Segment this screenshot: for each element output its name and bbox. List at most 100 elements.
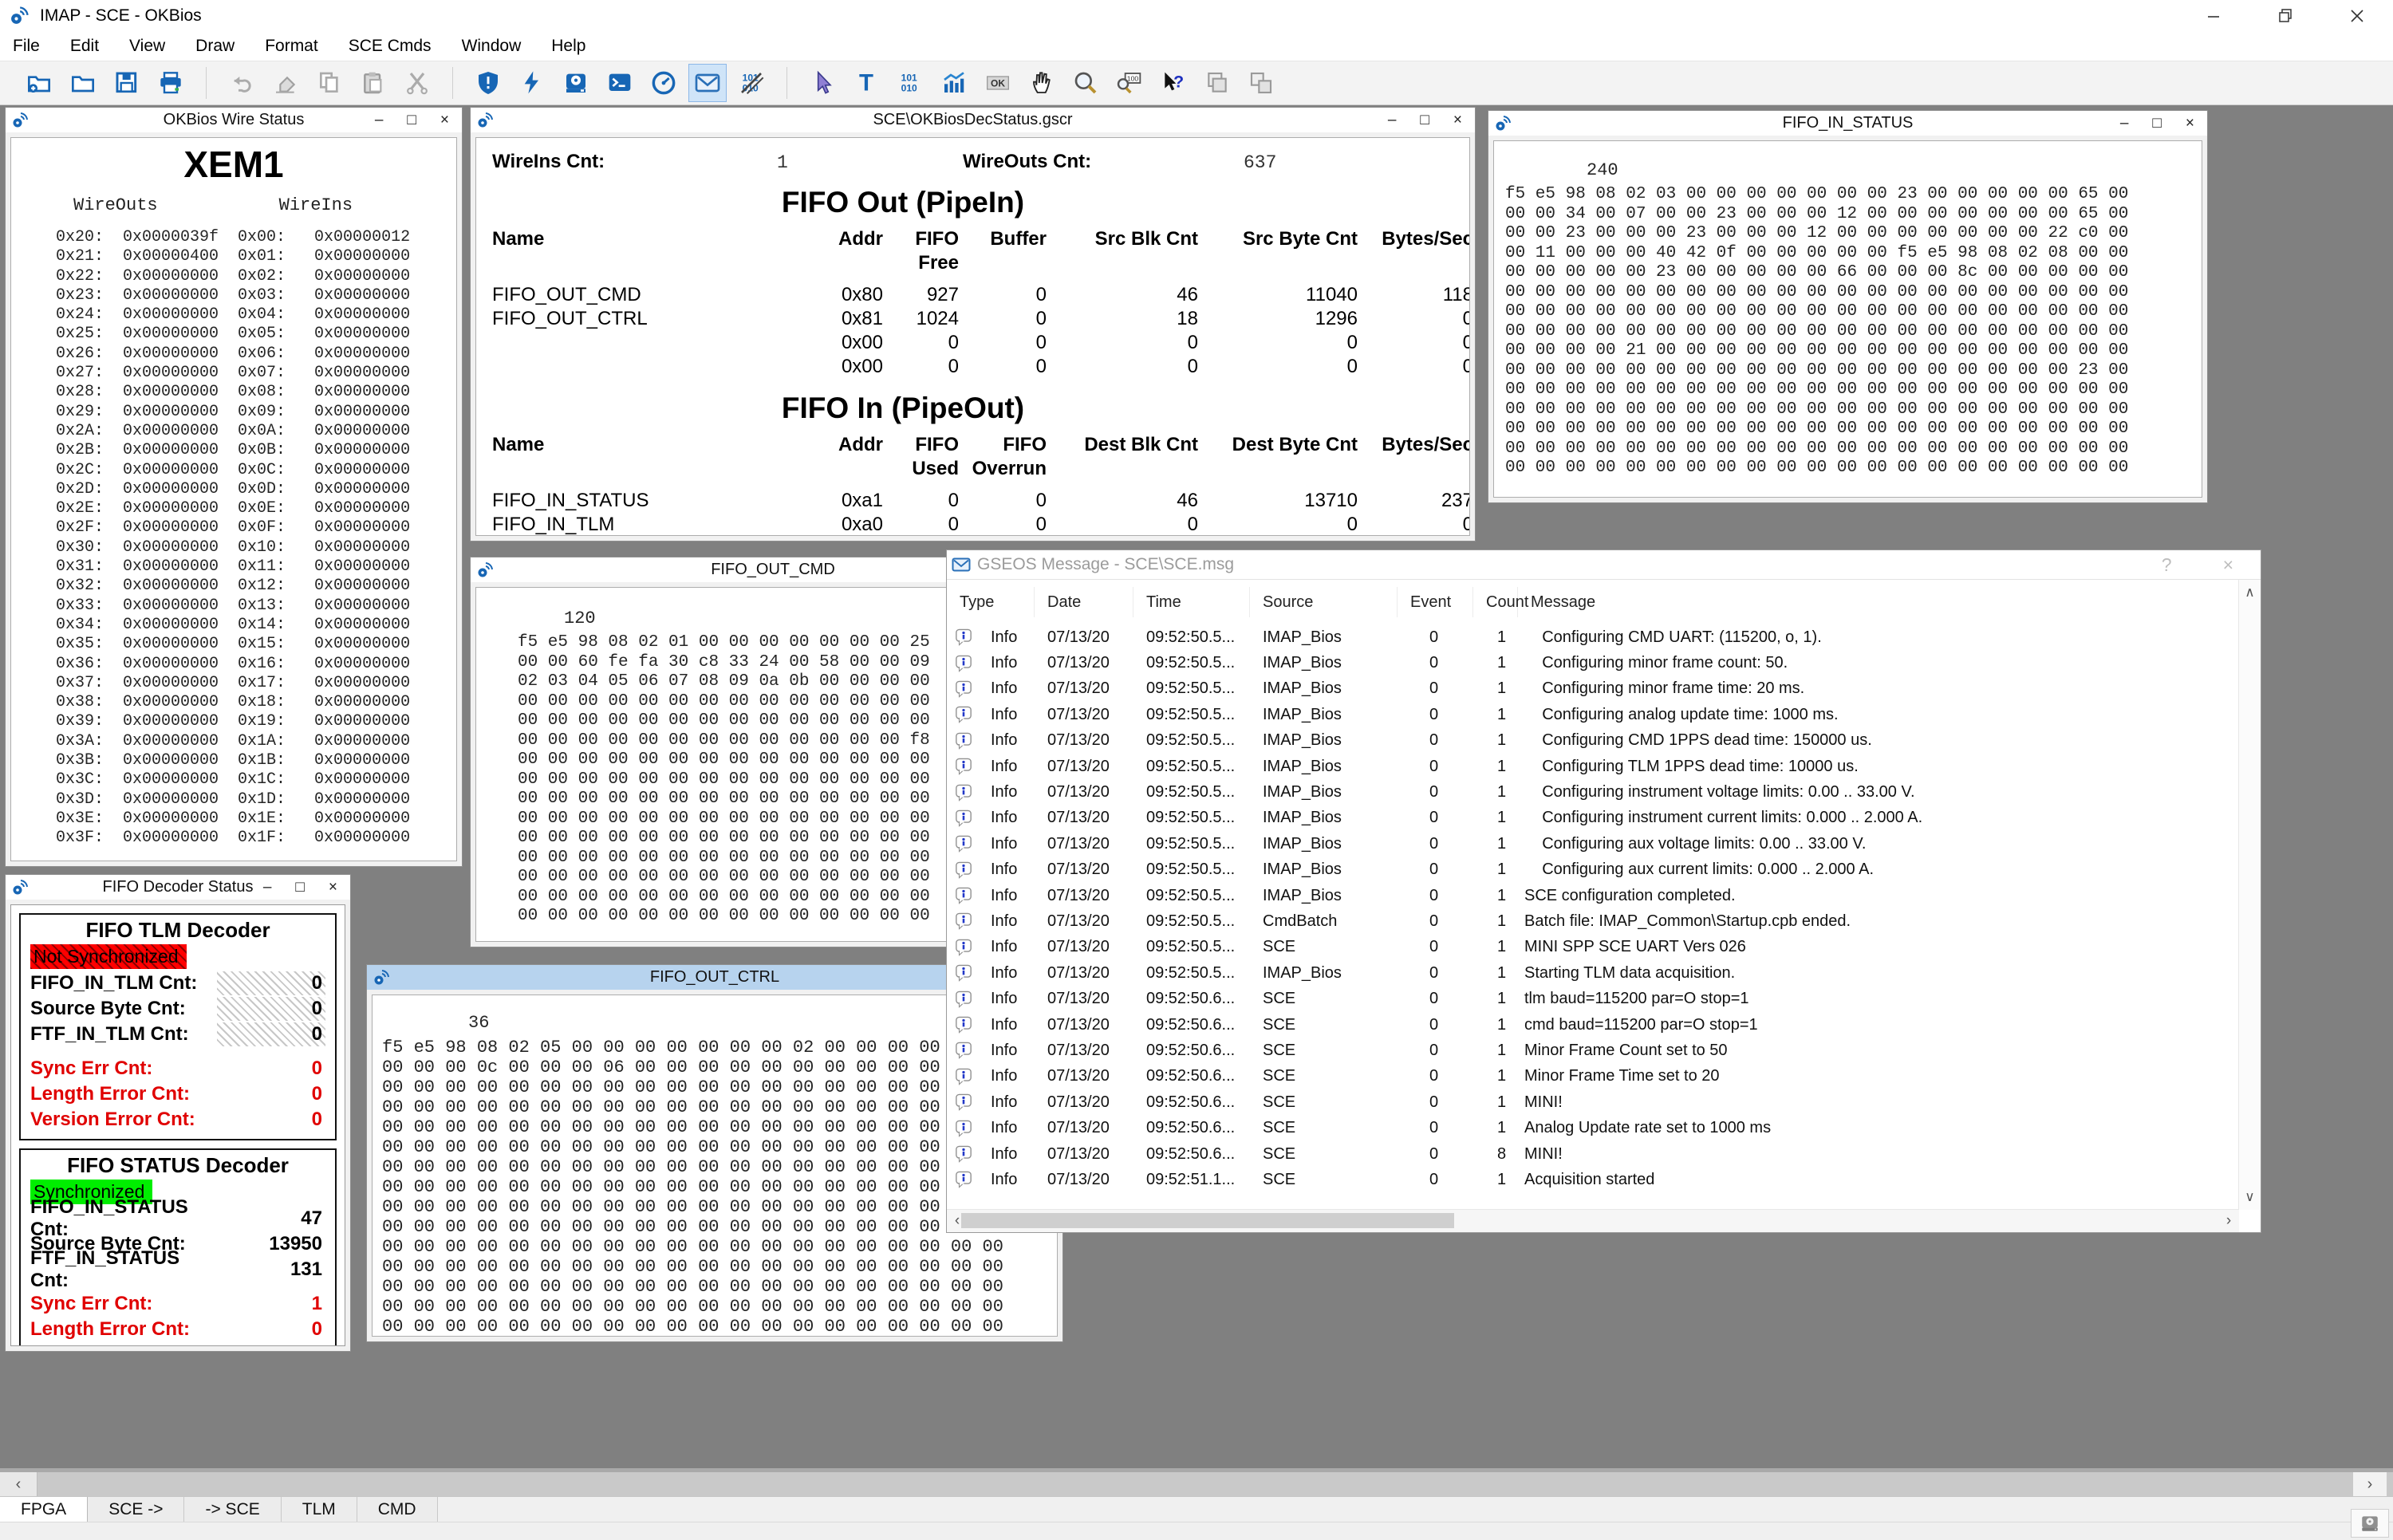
binary-button[interactable]: 101010 xyxy=(892,65,928,101)
minimize-button[interactable]: – xyxy=(1388,112,1397,129)
wire-status-titlebar[interactable]: OKBios Wire Status – □ × xyxy=(6,108,462,132)
message-row[interactable]: Info 07/13/20 09:52:50.6... SCE 0 1 Anal… xyxy=(947,1115,2239,1140)
erase-button[interactable] xyxy=(267,65,304,101)
drive-tray-button[interactable] xyxy=(2351,1509,2389,1538)
workbook-tab[interactable]: SCE -> xyxy=(88,1497,184,1522)
fifo-in-status-titlebar[interactable]: FIFO_IN_STATUS – □ × xyxy=(1488,111,2207,136)
message-row[interactable]: Info 07/13/20 09:52:50.5... IMAP_Bios 0 … xyxy=(947,754,2239,779)
column-header[interactable]: Time xyxy=(1133,587,1250,617)
minimize-button[interactable]: – xyxy=(375,112,384,129)
cut-button[interactable] xyxy=(399,65,436,101)
dec-status-titlebar[interactable]: SCE\OKBiosDecStatus.gscr – □ × xyxy=(471,108,1475,132)
pointer-button[interactable] xyxy=(804,65,841,101)
scroll-right-icon[interactable]: › xyxy=(2218,1210,2239,1232)
maximize-button[interactable]: □ xyxy=(2152,115,2161,132)
column-header[interactable]: Type xyxy=(947,587,1035,617)
maximize-button[interactable]: □ xyxy=(295,879,304,896)
message-row[interactable]: Info 07/13/20 09:52:50.6... SCE 0 1 cmd … xyxy=(947,1012,2239,1038)
message-vertical-scrollbar[interactable]: ∧ ∨ xyxy=(2238,580,2261,1210)
menu-item[interactable]: View xyxy=(129,37,165,56)
fifo-decoder-titlebar[interactable]: FIFO Decoder Status – □ × xyxy=(6,875,350,900)
drive-button[interactable] xyxy=(558,65,594,101)
message-row[interactable]: Info 07/13/20 09:52:50.5... IMAP_Bios 0 … xyxy=(947,728,2239,754)
context-help-button[interactable]: ? xyxy=(1155,65,1192,101)
message-row[interactable]: Info 07/13/20 09:52:50.5... SCE 0 1 MINI… xyxy=(947,935,2239,960)
text-tool-button[interactable]: T xyxy=(848,65,885,101)
menu-item[interactable]: SCE Cmds xyxy=(349,37,432,56)
message-row[interactable]: Info 07/13/20 09:52:50.5... IMAP_Bios 0 … xyxy=(947,857,2239,883)
cascade-windows-button[interactable] xyxy=(1199,65,1236,101)
message-row[interactable]: Info 07/13/20 09:52:50.5... IMAP_Bios 0 … xyxy=(947,883,2239,908)
close-button[interactable]: × xyxy=(2223,554,2233,576)
chart-button[interactable] xyxy=(936,65,972,101)
menu-item[interactable]: Window xyxy=(462,37,522,56)
message-row[interactable]: Info 07/13/20 09:52:50.5... IMAP_Bios 0 … xyxy=(947,650,2239,675)
minimize-button[interactable] xyxy=(2178,0,2249,32)
message-row[interactable]: Info 07/13/20 09:52:50.5... CmdBatch 0 1… xyxy=(947,908,2239,934)
zoom-button[interactable] xyxy=(1067,65,1104,101)
message-row[interactable]: Info 07/13/20 09:52:50.6... SCE 0 1 Mino… xyxy=(947,1038,2239,1063)
column-header[interactable]: Source xyxy=(1250,587,1398,617)
help-button[interactable]: ? xyxy=(2162,554,2172,576)
print-button[interactable] xyxy=(152,65,189,101)
message-row[interactable]: Info 07/13/20 09:52:50.5... IMAP_Bios 0 … xyxy=(947,960,2239,986)
binary-off-button[interactable]: 101010 xyxy=(733,65,770,101)
undo-button[interactable] xyxy=(223,65,260,101)
gauge-button[interactable] xyxy=(645,65,682,101)
message-row[interactable]: Info 07/13/20 09:52:50.5... IMAP_Bios 0 … xyxy=(947,779,2239,805)
message-row[interactable]: Info 07/13/20 09:52:50.5... IMAP_Bios 0 … xyxy=(947,676,2239,702)
close-button[interactable]: × xyxy=(1453,112,1462,129)
zoom-100-button[interactable]: 100 xyxy=(1111,65,1148,101)
column-header[interactable]: Event xyxy=(1398,587,1473,617)
column-header[interactable]: Date xyxy=(1035,587,1133,617)
mdi-horizontal-scrollbar[interactable]: ‹ › xyxy=(0,1472,2393,1496)
message-row[interactable]: Info 07/13/20 09:52:50.6... SCE 0 1 MINI… xyxy=(947,1089,2239,1115)
scrollbar-thumb[interactable] xyxy=(961,1213,1454,1228)
message-row[interactable]: Info 07/13/20 09:52:51.1... SCE 0 1 Acqu… xyxy=(947,1167,2239,1192)
ok-button[interactable]: OK xyxy=(980,65,1016,101)
message-row[interactable]: Info 07/13/20 09:52:50.6... SCE 0 1 tlm … xyxy=(947,986,2239,1011)
message-horizontal-scrollbar[interactable]: ‹ › xyxy=(947,1209,2239,1232)
save-button[interactable] xyxy=(108,65,145,101)
scroll-left-button[interactable]: ‹ xyxy=(0,1472,37,1496)
scroll-up-icon[interactable]: ∧ xyxy=(2239,585,2261,601)
console-button[interactable] xyxy=(601,65,638,101)
menu-item[interactable]: Help xyxy=(551,37,585,56)
minimize-button[interactable]: – xyxy=(263,879,272,896)
paste-button[interactable] xyxy=(355,65,392,101)
scroll-down-icon[interactable]: ∨ xyxy=(2239,1189,2261,1205)
menu-item[interactable]: Draw xyxy=(195,37,235,56)
new-script-button[interactable] xyxy=(21,65,57,101)
menu-item[interactable]: File xyxy=(13,37,40,56)
copy-button[interactable] xyxy=(311,65,348,101)
workbook-tab[interactable]: FPGA xyxy=(0,1497,88,1522)
gseos-titlebar[interactable]: GSEOS Message - SCE\SCE.msg ? × xyxy=(947,550,2261,580)
lightning-button[interactable] xyxy=(514,65,550,101)
open-folder-button[interactable] xyxy=(65,65,101,101)
close-button[interactable]: × xyxy=(2186,115,2194,132)
messages-button[interactable] xyxy=(689,65,726,101)
maximize-button[interactable]: □ xyxy=(407,112,416,129)
minimize-button[interactable]: – xyxy=(2120,115,2129,132)
close-button[interactable] xyxy=(2321,0,2393,32)
workbook-tab[interactable]: TLM xyxy=(282,1497,357,1522)
column-header[interactable]: Message xyxy=(1518,587,2239,617)
maximize-button[interactable]: □ xyxy=(1420,112,1429,129)
workbook-tab[interactable]: -> SCE xyxy=(184,1497,281,1522)
close-button[interactable]: × xyxy=(329,879,337,896)
message-row[interactable]: Info 07/13/20 09:52:50.6... SCE 0 8 MINI… xyxy=(947,1141,2239,1167)
shield-button[interactable] xyxy=(470,65,507,101)
scroll-right-button[interactable]: › xyxy=(2353,1472,2387,1496)
message-row[interactable]: Info 07/13/20 09:52:50.6... SCE 0 1 Mino… xyxy=(947,1064,2239,1089)
workbook-tab[interactable]: CMD xyxy=(357,1497,438,1522)
message-row[interactable]: Info 07/13/20 09:52:50.5... IMAP_Bios 0 … xyxy=(947,702,2239,727)
message-row[interactable]: Info 07/13/20 09:52:50.5... IMAP_Bios 0 … xyxy=(947,805,2239,831)
menu-item[interactable]: Edit xyxy=(70,37,99,56)
restore-button[interactable] xyxy=(2249,0,2321,32)
message-row[interactable]: Info 07/13/20 09:52:50.5... IMAP_Bios 0 … xyxy=(947,624,2239,650)
tile-windows-button[interactable] xyxy=(1243,65,1279,101)
app-titlebar[interactable]: IMAP - SCE - OKBios xyxy=(0,0,2393,32)
pan-hand-button[interactable] xyxy=(1023,65,1060,101)
close-button[interactable]: × xyxy=(440,112,449,129)
message-row[interactable]: Info 07/13/20 09:52:50.5... IMAP_Bios 0 … xyxy=(947,831,2239,857)
